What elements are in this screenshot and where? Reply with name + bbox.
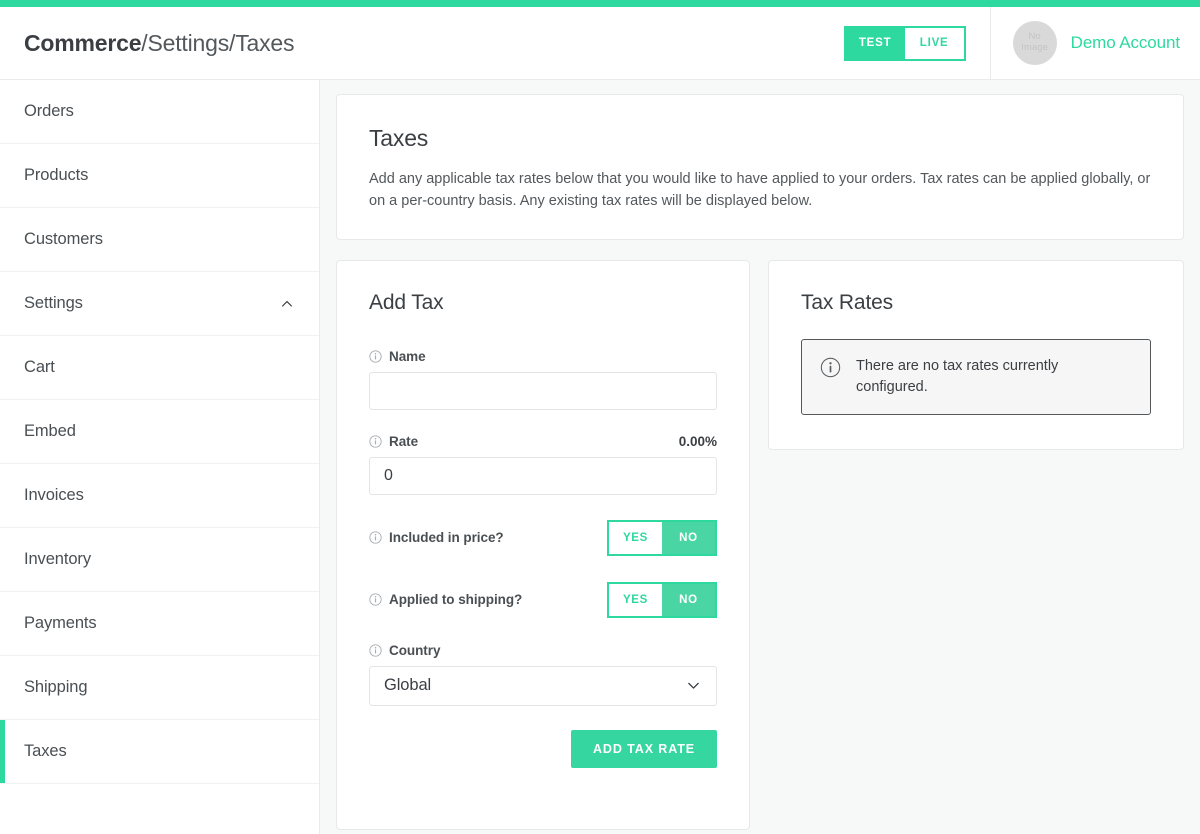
main-content: Taxes Add any applicable tax rates below…: [320, 80, 1200, 834]
name-field-group: Name: [369, 349, 717, 410]
sidebar-item-label: Orders: [24, 102, 74, 120]
taxes-intro-card: Taxes Add any applicable tax rates below…: [336, 94, 1184, 240]
chevron-up-icon: [282, 300, 292, 307]
country-select[interactable]: Global: [369, 665, 717, 706]
sidebar-item-invoices[interactable]: Invoices: [0, 464, 319, 528]
app-root: Commerce/Settings/Taxes TEST LIVE No Ima…: [0, 0, 1200, 834]
sidebar-item-label: Settings: [24, 294, 83, 312]
add-tax-rate-button[interactable]: ADD TAX RATE: [571, 729, 717, 768]
included-in-price-label: Included in price?: [389, 530, 504, 546]
header-right-group: TEST LIVE No Image Demo Account: [843, 6, 1200, 80]
name-label: Name: [389, 348, 426, 364]
sidebar-item-label: Taxes: [24, 742, 67, 760]
country-field-group: Country Global: [369, 643, 717, 706]
breadcrumb: Commerce/Settings/Taxes: [24, 30, 295, 57]
tax-rates-empty-message: There are no tax rates currently configu…: [856, 357, 1059, 395]
applied-to-shipping-label: Applied to shipping?: [389, 592, 523, 608]
tax-rates-card: Tax Rates There are no tax rates current…: [768, 259, 1184, 450]
avatar-placeholder-line-2: Image: [1021, 42, 1049, 53]
info-icon[interactable]: [369, 435, 382, 448]
add-tax-title: Add Tax: [369, 290, 444, 314]
chevron-down-icon: [688, 683, 699, 690]
rate-input[interactable]: [369, 456, 717, 495]
env-toggle-test[interactable]: TEST: [845, 27, 905, 59]
info-icon[interactable]: [369, 644, 382, 657]
sidebar-item-cart[interactable]: Cart: [0, 336, 319, 400]
name-input[interactable]: [369, 371, 717, 410]
info-icon[interactable]: [369, 531, 382, 545]
sidebar-item-payments[interactable]: Payments: [0, 592, 319, 656]
sidebar-nav: Orders Products Customers Settings Cart Embed…: [0, 80, 320, 834]
sidebar-item-label: Inventory: [24, 550, 91, 568]
included-in-price-label-group: Included in price?: [369, 530, 504, 545]
page-title: Taxes: [369, 125, 429, 151]
included-in-price-toggle[interactable]: YES NO: [607, 519, 717, 556]
add-tax-actions: ADD TAX RATE: [369, 729, 717, 768]
info-icon[interactable]: [369, 350, 382, 363]
applied-to-shipping-yes[interactable]: YES: [609, 583, 662, 616]
environment-toggle[interactable]: TEST LIVE: [843, 25, 966, 61]
country-label-row: Country: [369, 643, 717, 658]
included-in-price-row: Included in price? YES NO: [369, 519, 717, 557]
sidebar-item-inventory[interactable]: Inventory: [0, 528, 319, 592]
sidebar-item-label: Embed: [24, 422, 76, 440]
sidebar-item-taxes[interactable]: Taxes: [0, 720, 319, 784]
sidebar-item-label: Shipping: [24, 678, 88, 696]
panels-row: Add Tax Name Rate 0.00% 0 Included in pr…: [336, 259, 1184, 830]
env-toggle-live[interactable]: LIVE: [904, 27, 964, 59]
sidebar-item-products[interactable]: Products: [0, 144, 319, 208]
sidebar-item-label: Products: [24, 166, 89, 184]
country-selected-value: Global: [384, 676, 432, 695]
included-in-price-yes[interactable]: YES: [609, 521, 662, 554]
add-tax-column: Add Tax Name Rate 0.00% 0 Included in pr…: [336, 259, 750, 830]
included-in-price-no[interactable]: NO: [662, 521, 715, 554]
info-icon[interactable]: [369, 593, 382, 607]
sidebar-item-label: Invoices: [24, 486, 84, 504]
applied-to-shipping-toggle[interactable]: YES NO: [607, 581, 717, 618]
rate-computed-value: 0.00%: [678, 433, 717, 449]
breadcrumb-root[interactable]: Commerce: [24, 30, 141, 56]
sidebar-item-customers[interactable]: Customers: [0, 208, 319, 272]
sidebar-item-label: Customers: [24, 230, 103, 248]
sidebar-item-embed[interactable]: Embed: [0, 400, 319, 464]
country-label: Country: [389, 642, 441, 658]
sidebar-item-label: Payments: [24, 614, 97, 632]
country-select-wrap: Global: [369, 665, 717, 706]
sidebar-item-shipping[interactable]: Shipping: [0, 656, 319, 720]
sidebar-item-settings[interactable]: Settings: [0, 272, 319, 336]
name-label-row: Name: [369, 349, 717, 364]
rate-field-group: Rate 0.00%: [369, 434, 717, 495]
tax-rates-column: Tax Rates There are no tax rates current…: [768, 259, 1184, 450]
applied-to-shipping-label-group: Applied to shipping?: [369, 592, 522, 607]
tax-rates-title: Tax Rates: [801, 290, 894, 314]
sidebar-item-orders[interactable]: Orders: [0, 80, 319, 144]
app-header: Commerce/Settings/Taxes TEST LIVE No Ima…: [0, 6, 1200, 80]
account-menu[interactable]: No Image Demo Account: [991, 7, 1200, 80]
sidebar-expand-toggle[interactable]: [279, 296, 295, 312]
account-name[interactable]: Demo Account: [1071, 33, 1180, 53]
add-tax-card: Add Tax Name Rate 0.00% 0 Included in pr…: [336, 259, 750, 830]
tax-rates-empty-state: There are no tax rates currently configu…: [801, 338, 1151, 415]
info-icon: [820, 357, 841, 378]
page-description: Add any applicable tax rates below that …: [369, 171, 1151, 210]
rate-label: Rate: [389, 433, 419, 449]
sidebar-item-label: Cart: [24, 358, 55, 376]
breadcrumb-level-1[interactable]: Settings: [148, 30, 230, 56]
avatar: No Image: [1012, 21, 1057, 65]
rate-label-row: Rate 0.00%: [369, 434, 717, 449]
applied-to-shipping-no[interactable]: NO: [662, 583, 715, 616]
breadcrumb-level-2[interactable]: Taxes: [235, 30, 294, 56]
applied-to-shipping-row: Applied to shipping? YES NO: [369, 581, 717, 619]
